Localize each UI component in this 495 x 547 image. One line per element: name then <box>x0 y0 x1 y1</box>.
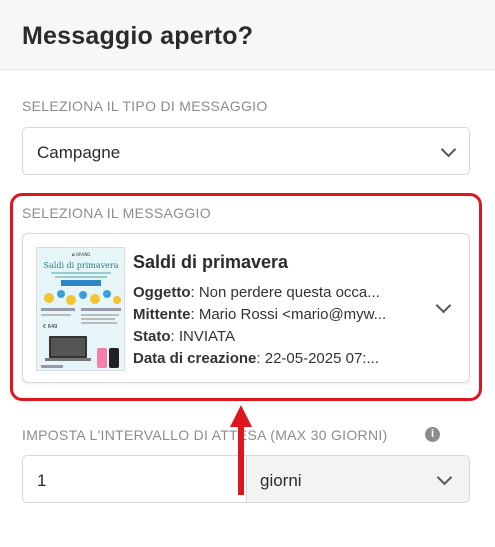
header: Messaggio aperto? <box>0 0 495 70</box>
message-type-select[interactable]: Campagne <box>22 127 470 175</box>
interval-unit-select[interactable]: giorni <box>246 455 470 503</box>
info-icon[interactable]: i <box>425 427 440 442</box>
arrow-up-icon <box>238 425 244 495</box>
interval-label: IMPOSTA L'INTERVALLO DI ATTESA (MAX 30 G… <box>22 427 388 443</box>
message-type-value: Campagne <box>37 143 121 162</box>
interval-unit-value: giorni <box>260 471 302 490</box>
message-type-label: SELEZIONA IL TIPO DI MESSAGGIO <box>22 98 268 114</box>
highlight-box <box>10 193 482 401</box>
interval-value: 1 <box>37 471 47 490</box>
interval-value-input[interactable]: 1 <box>22 455 246 503</box>
page-title: Messaggio aperto? <box>22 22 254 50</box>
chevron-down-icon <box>436 469 453 486</box>
chevron-down-icon <box>440 141 457 158</box>
arrow-head <box>230 405 252 427</box>
